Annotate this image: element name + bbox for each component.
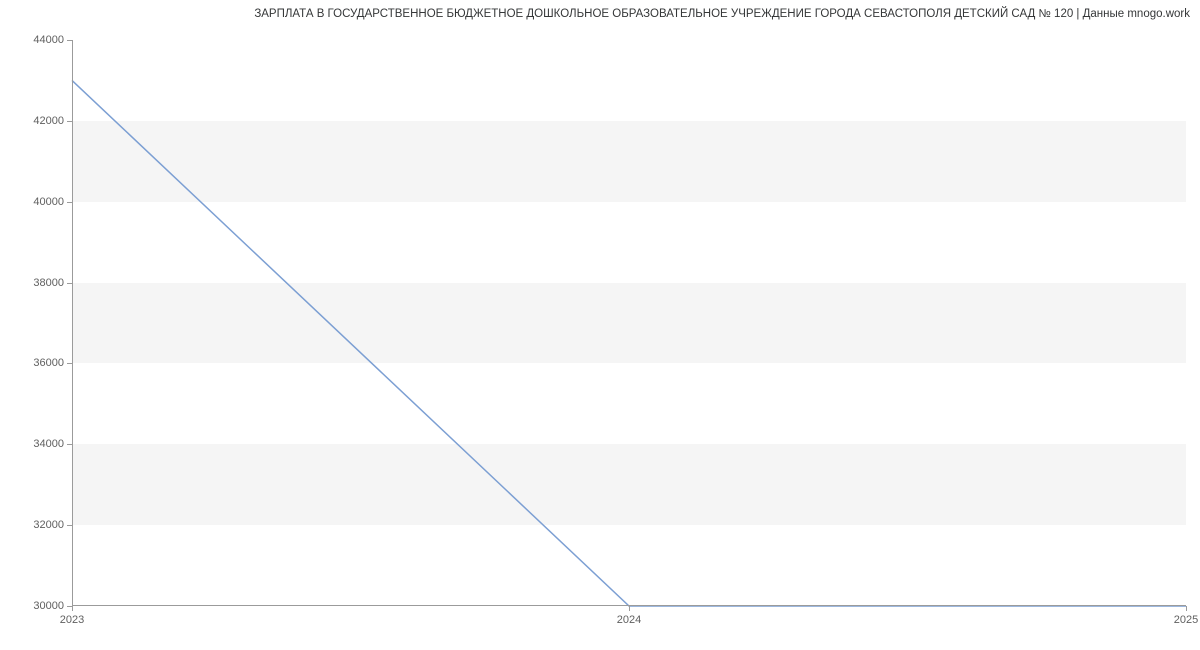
x-tick-label: 2024 (617, 614, 641, 626)
y-axis-line (72, 40, 73, 606)
y-tick-label: 34000 (33, 438, 72, 450)
y-tick-label: 30000 (33, 600, 72, 612)
x-tick-mark (72, 606, 73, 611)
y-tick-label: 40000 (33, 196, 72, 208)
y-tick-label: 32000 (33, 519, 72, 531)
chart-container: ЗАРПЛАТА В ГОСУДАРСТВЕННОЕ БЮДЖЕТНОЕ ДОШ… (0, 0, 1200, 650)
x-tick-label: 2023 (60, 614, 84, 626)
y-tick-label: 44000 (33, 34, 72, 46)
plot-area: 3000032000340003600038000400004200044000… (72, 40, 1186, 606)
y-tick-label: 36000 (33, 357, 72, 369)
x-tick-mark (629, 606, 630, 611)
data-series-line (72, 80, 1186, 606)
y-tick-label: 38000 (33, 277, 72, 289)
x-tick-mark (1186, 606, 1187, 611)
y-tick-label: 42000 (33, 115, 72, 127)
x-tick-label: 2025 (1174, 614, 1198, 626)
chart-title: ЗАРПЛАТА В ГОСУДАРСТВЕННОЕ БЮДЖЕТНОЕ ДОШ… (254, 8, 1190, 20)
line-layer (72, 40, 1186, 606)
